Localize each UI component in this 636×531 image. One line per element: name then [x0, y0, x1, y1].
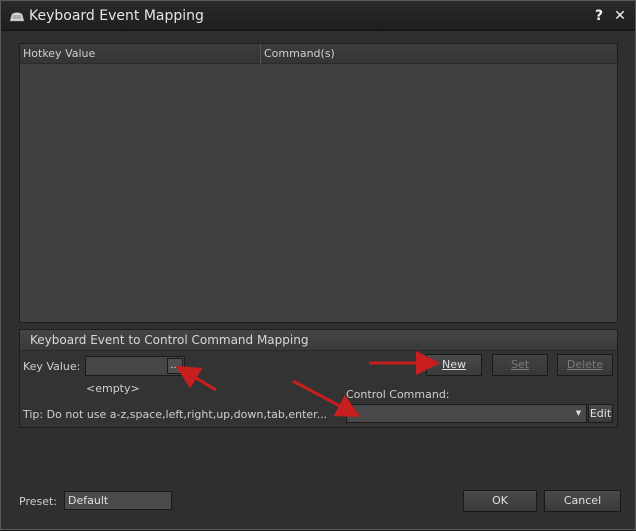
cancel-button-label: Cancel: [563, 494, 602, 507]
annotation-arrows: [175, 351, 440, 417]
keyboard-event-mapping-dialog: Keyboard Event Mapping ? ✕ Hotkey Value …: [0, 0, 636, 530]
cancel-button[interactable]: Cancel: [544, 490, 621, 512]
ok-button[interactable]: OK: [463, 490, 537, 512]
preset-label: Preset:: [19, 495, 58, 508]
arrow-to-browse-button: [175, 365, 217, 392]
preset-value: Default: [68, 494, 109, 507]
preset-field[interactable]: Default: [64, 491, 172, 510]
arrow-to-control-command: [292, 379, 361, 417]
ok-button-label: OK: [492, 494, 508, 507]
